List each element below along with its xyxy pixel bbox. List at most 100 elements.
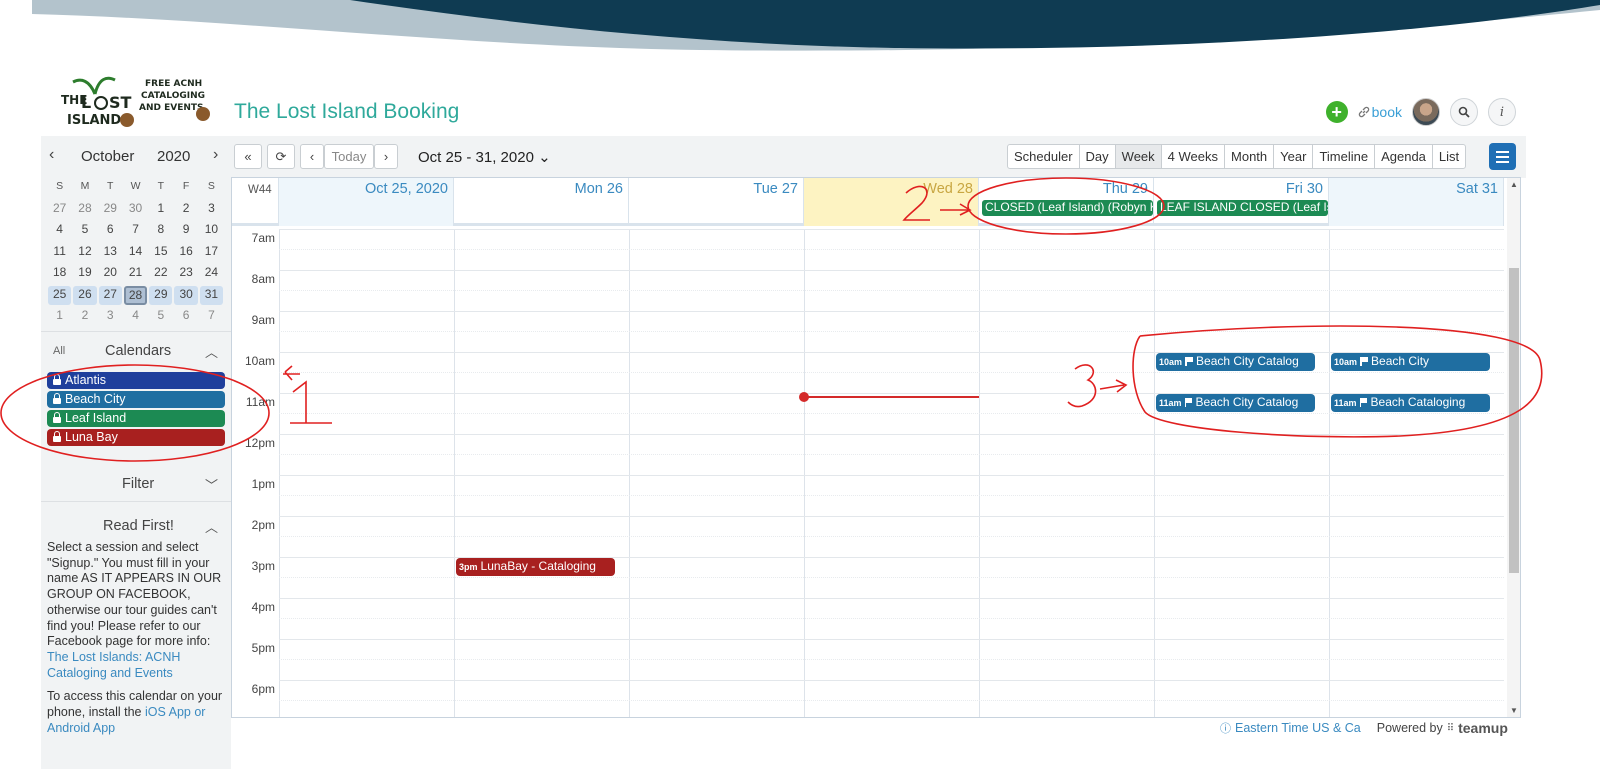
mini-year[interactable]: 2020 [157, 148, 190, 165]
day-header[interactable]: Tue 27 [629, 178, 804, 226]
view-tab-scheduler[interactable]: Scheduler [1008, 145, 1080, 168]
filter-section-header[interactable]: Filter ﹀ [41, 472, 231, 496]
mini-day[interactable]: 17 [199, 242, 224, 264]
mini-day[interactable]: 13 [98, 242, 123, 264]
mini-day[interactable]: 25 [48, 285, 72, 305]
mini-day[interactable]: 18 [47, 263, 72, 285]
book-link[interactable]: book [1358, 104, 1402, 120]
mini-day[interactable]: 31 [199, 285, 224, 305]
date-range-selector[interactable]: Oct 25 - 31, 2020 ⌄ [418, 148, 551, 166]
add-icon[interactable]: + [1325, 101, 1348, 123]
vertical-scrollbar[interactable]: ▲ ▼ [1507, 178, 1520, 717]
calendar-chip[interactable]: Leaf Island [47, 410, 225, 427]
mini-day[interactable]: 19 [72, 263, 97, 285]
mini-day[interactable]: 6 [173, 306, 198, 328]
mini-day[interactable]: 22 [148, 263, 173, 285]
mini-day[interactable]: 1 [47, 306, 72, 328]
mini-day[interactable]: 12 [72, 242, 97, 264]
view-tab-day[interactable]: Day [1080, 145, 1116, 168]
mini-day[interactable]: 28 [72, 199, 97, 221]
info-icon[interactable]: i [1488, 98, 1516, 126]
timezone-link[interactable]: Eastern Time US & Ca [1235, 721, 1361, 735]
time-grid[interactable]: 7am 8am 9am 10am 11am 12pm 1pm 2pm 3pm 4pm 5pm 6pm 3… [232, 229, 1504, 717]
day-header[interactable]: Sat 31 [1329, 178, 1504, 226]
search-icon[interactable] [1450, 98, 1478, 126]
mini-day[interactable]: 5 [72, 220, 97, 242]
day-header[interactable]: Wed 28 [804, 178, 979, 226]
mini-day[interactable]: 27 [98, 285, 122, 305]
teamup-brand[interactable]: teamup [1458, 720, 1508, 736]
view-tab-month[interactable]: Month [1225, 145, 1275, 168]
mini-day[interactable]: 11 [47, 242, 72, 264]
calendars-section-header[interactable]: All Calendars ︿ [41, 339, 231, 363]
view-tab-week[interactable]: Week [1115, 145, 1162, 168]
calendar-event[interactable]: 11am Beach Cataloging [1331, 394, 1490, 412]
calendar-chip[interactable]: Luna Bay [47, 429, 225, 446]
all-day-event[interactable]: LEAF ISLAND CLOSED (Leaf Is [1157, 200, 1328, 216]
read-first-section-header[interactable]: Read First! ︿ [41, 514, 231, 538]
calendar-event[interactable]: 10am Beach City Catalog [1156, 353, 1315, 371]
view-tab-list[interactable]: List [1433, 145, 1465, 168]
mini-day[interactable]: 20 [98, 263, 123, 285]
mini-day[interactable]: 14 [123, 242, 148, 264]
mini-weekday-label: M [80, 180, 90, 192]
mini-month[interactable]: October [81, 148, 134, 165]
calendar-event[interactable]: 3pm LunaBay - Cataloging [456, 558, 615, 576]
mini-day[interactable]: 29 [149, 285, 173, 305]
mini-day[interactable]: 3 [98, 306, 123, 328]
mini-day[interactable]: 24 [199, 263, 224, 285]
scrollbar-thumb[interactable] [1509, 268, 1519, 573]
prev-month-icon[interactable]: ‹ [49, 146, 54, 164]
refresh-icon[interactable]: ⟳ [267, 144, 295, 169]
day-header[interactable]: Oct 25, 2020 [279, 178, 454, 226]
double-left-arrow-icon[interactable]: « [234, 144, 262, 169]
scroll-down-icon[interactable]: ▼ [1510, 706, 1518, 715]
calendar-chip[interactable]: Beach City [47, 391, 225, 408]
mini-day[interactable]: 4 [123, 306, 148, 328]
next-week-icon[interactable]: › [374, 144, 398, 169]
avatar[interactable] [1412, 98, 1440, 126]
mini-day[interactable]: 7 [123, 220, 148, 242]
mini-day[interactable]: 6 [98, 220, 123, 242]
calendar-event[interactable]: 11am Beach City Catalog [1156, 394, 1315, 412]
view-tab-agenda[interactable]: Agenda [1375, 145, 1433, 168]
today-button[interactable]: Today [324, 144, 374, 169]
mini-day[interactable]: 15 [148, 242, 173, 264]
mini-day[interactable]: 21 [123, 263, 148, 285]
week-number[interactable]: W44 [232, 178, 279, 226]
all-day-event[interactable]: CLOSED (Leaf Island) (Robyn K [982, 200, 1153, 216]
day-header[interactable]: Mon 26 [454, 178, 629, 226]
mini-day[interactable]: 2 [72, 306, 97, 328]
scroll-up-icon[interactable]: ▲ [1510, 180, 1518, 189]
chevron-down-icon[interactable]: ﹀ [205, 475, 218, 494]
mini-day[interactable]: 2 [173, 199, 198, 221]
mini-day[interactable]: 8 [148, 220, 173, 242]
mini-day[interactable]: 5 [148, 306, 173, 328]
view-tab-year[interactable]: Year [1274, 145, 1314, 168]
mini-day[interactable]: 28 [123, 285, 148, 305]
hamburger-menu-icon[interactable] [1489, 143, 1516, 170]
next-month-icon[interactable]: › [213, 146, 218, 164]
prev-week-icon[interactable]: ‹ [300, 144, 324, 169]
view-tab-4-weeks[interactable]: 4 Weeks [1162, 145, 1226, 168]
view-tab-timeline[interactable]: Timeline [1313, 145, 1376, 168]
mini-day[interactable]: 27 [47, 199, 72, 221]
mini-day[interactable]: 3 [199, 199, 224, 221]
calendar-event[interactable]: 10am Beach City [1331, 353, 1490, 371]
chevron-up-icon[interactable]: ︿ [205, 342, 218, 361]
calendar-chip[interactable]: Atlantis [47, 372, 225, 389]
mini-day[interactable]: 10 [199, 220, 224, 242]
mini-day[interactable]: 29 [98, 199, 123, 221]
mini-day[interactable]: 1 [148, 199, 173, 221]
mini-day[interactable]: 30 [123, 199, 148, 221]
mini-day[interactable]: 26 [73, 285, 97, 305]
mini-day[interactable]: 4 [47, 220, 72, 242]
mini-day[interactable]: 7 [199, 306, 224, 328]
mini-day[interactable]: 23 [173, 263, 198, 285]
mini-day[interactable]: 30 [174, 285, 198, 305]
mini-day[interactable]: 16 [173, 242, 198, 264]
calendars-all-toggle[interactable]: All [53, 345, 65, 357]
facebook-group-link[interactable]: The Lost Islands: ACNH Cataloging and Ev… [47, 650, 180, 680]
chevron-up-icon[interactable]: ︿ [205, 517, 218, 536]
mini-day[interactable]: 9 [173, 220, 198, 242]
